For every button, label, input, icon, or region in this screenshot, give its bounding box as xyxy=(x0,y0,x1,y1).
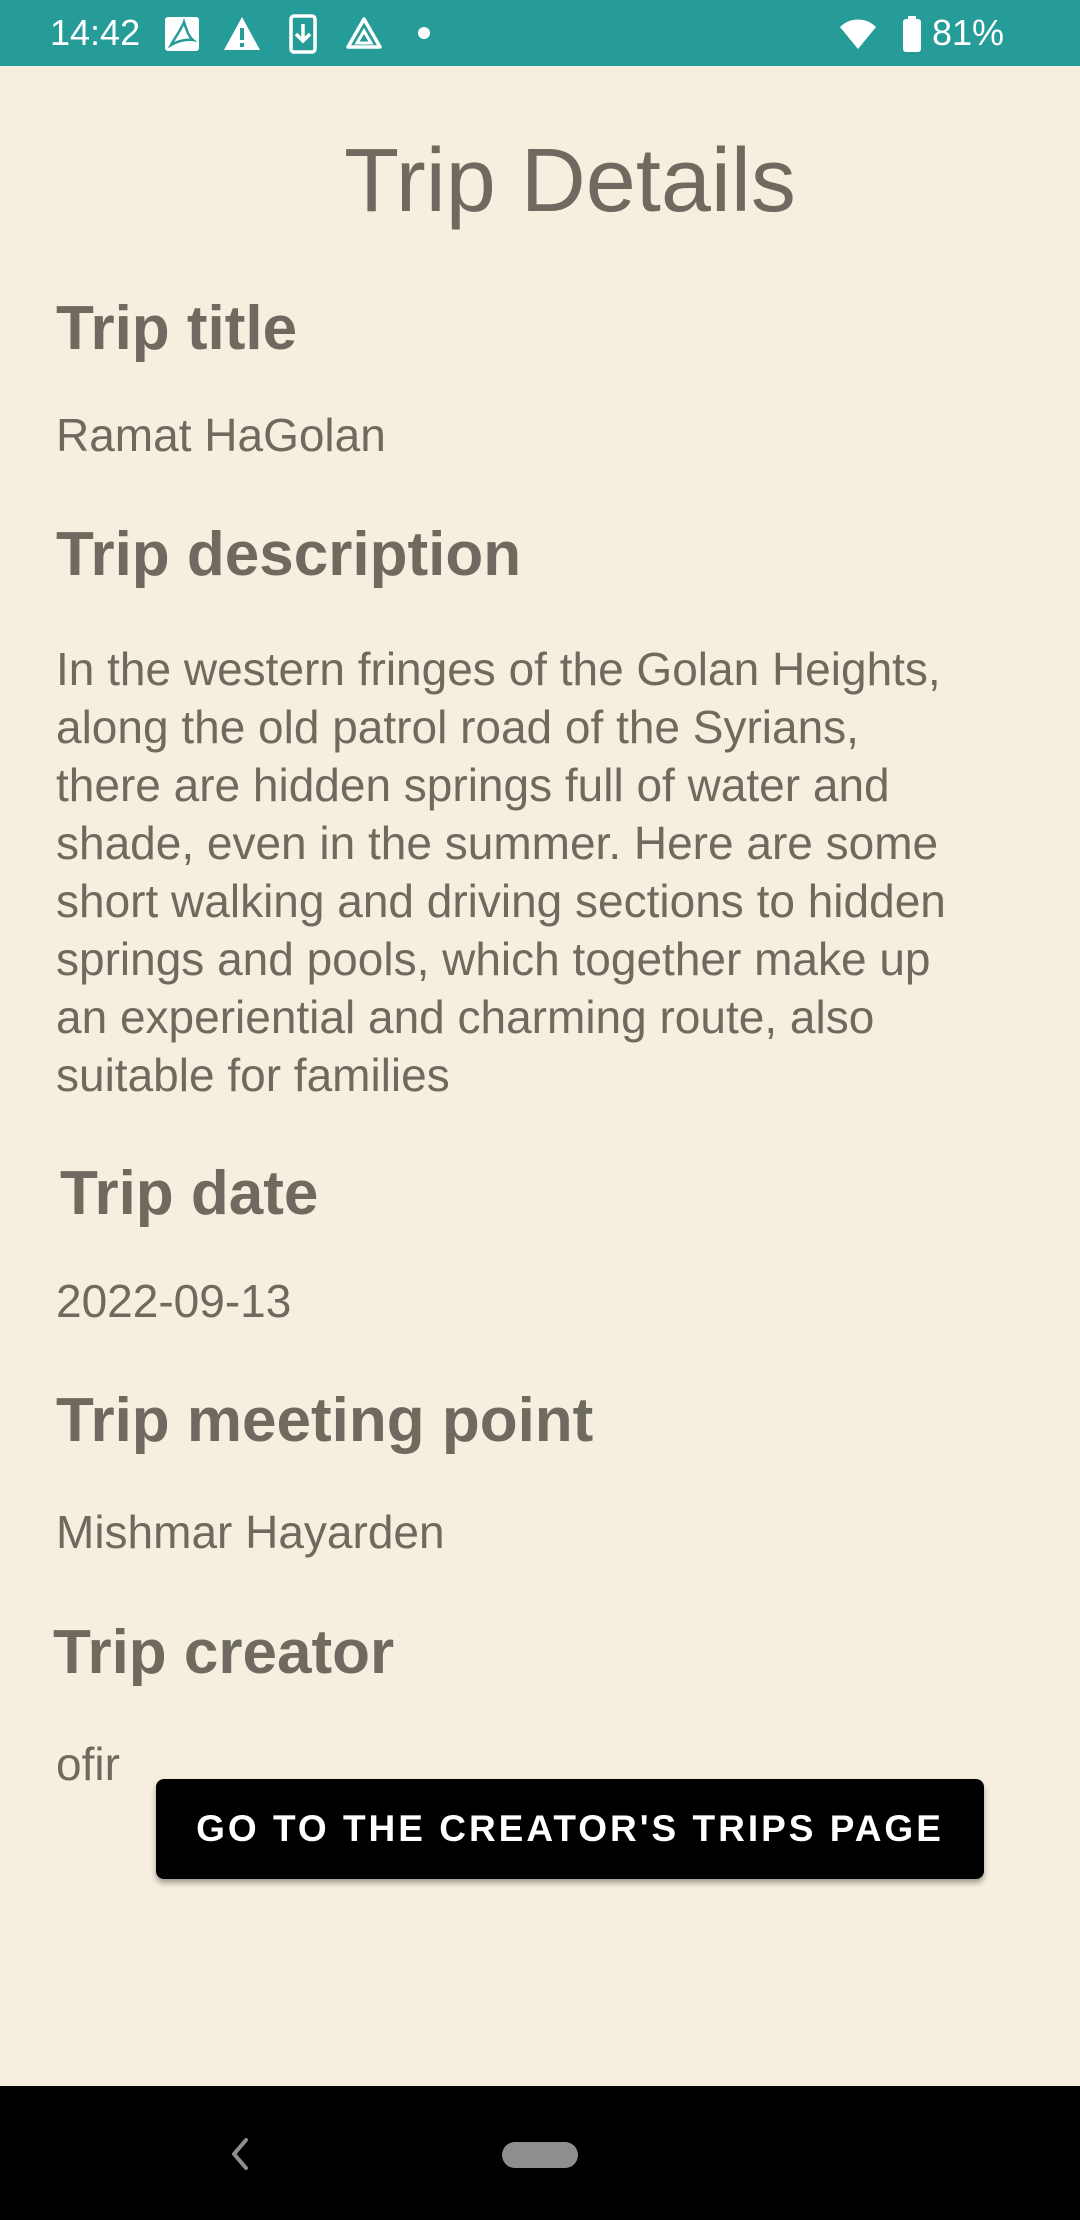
trip-meeting-point-label: Trip meeting point xyxy=(56,1386,594,1455)
notification-dot xyxy=(418,27,430,39)
description-line: shade, even in the summer. Here are some xyxy=(56,817,939,869)
trip-title-value: Ramat HaGolan xyxy=(56,409,386,461)
description-line: along the old patrol road of the Syrians… xyxy=(56,701,859,753)
navigation-bar xyxy=(0,2086,1080,2220)
trip-creator-label: Trip creator xyxy=(53,1618,395,1687)
trip-description-value: In the western fringes of the Golan Heig… xyxy=(56,640,1056,1104)
trip-creator-value: ofir xyxy=(56,1738,120,1790)
description-line: short walking and driving sections to hi… xyxy=(56,875,946,927)
trip-date-value: 2022-09-13 xyxy=(56,1275,292,1327)
status-time: 14:42 xyxy=(50,12,141,53)
trip-title-label: Trip title xyxy=(56,294,298,363)
home-pill-icon[interactable] xyxy=(502,2142,578,2168)
drive-icon xyxy=(344,14,384,54)
description-line: springs and pools, which together make u… xyxy=(56,933,931,985)
battery-icon xyxy=(892,14,932,54)
pdf-icon xyxy=(162,14,202,54)
trip-date-label: Trip date xyxy=(60,1159,319,1228)
description-line: suitable for families xyxy=(56,1049,450,1101)
page-title: Trip Details xyxy=(344,131,796,231)
back-icon[interactable] xyxy=(216,2130,264,2178)
status-bar: 14:42 81% xyxy=(0,0,1080,66)
trip-description-label: Trip description xyxy=(56,520,522,589)
trip-meeting-point-value: Mishmar Hayarden xyxy=(56,1506,445,1558)
go-to-creator-trips-button[interactable]: GO TO THE CREATOR'S TRIPS PAGE xyxy=(156,1779,984,1879)
download-icon xyxy=(283,14,323,54)
description-line: an experiential and charming route, also xyxy=(56,991,875,1043)
warning-icon xyxy=(222,14,262,54)
description-line: In the western fringes of the Golan Heig… xyxy=(56,643,941,695)
description-line: there are hidden springs full of water a… xyxy=(56,759,890,811)
wifi-icon xyxy=(838,14,878,54)
battery-percent: 81% xyxy=(932,12,1005,53)
